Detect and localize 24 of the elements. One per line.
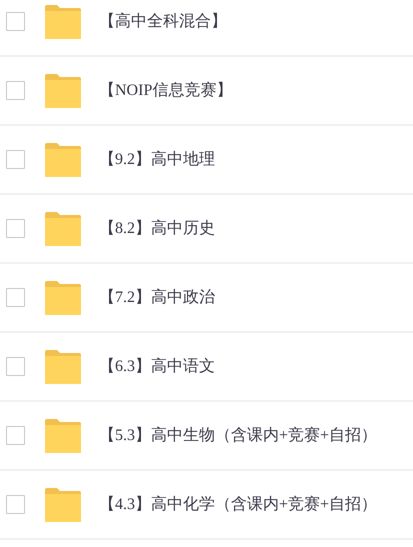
folder-name[interactable]: 【NOIP信息竞赛】 [99,80,232,101]
folder-icon [45,74,81,108]
folder-name[interactable]: 【4.3】高中化学（含课内+竞赛+自招） [99,494,378,515]
folder-icon [45,418,81,452]
folder-name[interactable]: 【高中全科混合】 [99,11,227,32]
folder-icon [45,4,81,38]
folder-name[interactable]: 【6.3】高中语文 [99,356,215,377]
folder-name[interactable]: 【5.3】高中生物（含课内+竞赛+自招） [99,425,378,446]
folder-icon [45,212,81,246]
folder-icon [45,488,81,522]
folder-icon [45,280,81,314]
folder-icon [45,350,81,384]
checkbox[interactable] [6,81,25,100]
checkbox[interactable] [6,219,25,238]
checkbox[interactable] [6,12,25,31]
checkbox[interactable] [6,357,25,376]
checkbox[interactable] [6,426,25,445]
checkbox[interactable] [6,150,25,169]
checkbox[interactable] [6,495,25,514]
folder-name[interactable]: 【7.2】高中政治 [99,287,215,308]
folder-icon [45,142,81,176]
folder-name[interactable]: 【9.2】高中地理 [99,149,215,170]
checkbox[interactable] [6,288,25,307]
folder-name[interactable]: 【8.2】高中历史 [99,218,215,239]
